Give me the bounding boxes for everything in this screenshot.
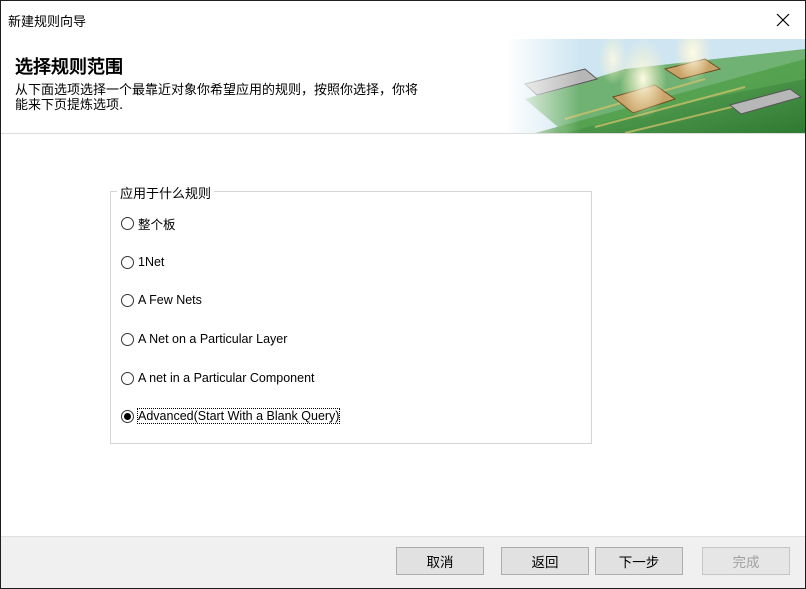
option-label: A Few Nets [138,293,202,307]
option-label: A net in a Particular Component [138,371,315,385]
option-net-in-component[interactable]: A net in a Particular Component [121,368,315,388]
description-line-2: 能来下页提炼选项. [15,98,124,113]
close-icon[interactable] [761,1,805,39]
button-bar: 取消 返回 下一步 完成 [1,536,805,588]
option-whole-board[interactable]: 整个板 [121,213,176,233]
new-rule-wizard-window: 新建规则向导 选择规则范围 从下面选项选择一个最靠近对象你希望应用的规则，按照你… [0,0,806,589]
option-label: 整个板 [138,217,176,232]
description-line-1: 从下面选项选择一个最靠近对象你希望应用的规则，按照你选择，你将 [15,83,419,98]
option-advanced[interactable]: Advanced(Start With a Blank Query) [121,406,341,426]
finish-button[interactable]: 完成 [702,547,790,575]
option-label: 1Net [138,255,165,269]
back-button[interactable]: 返回 [501,547,589,575]
radio-button[interactable] [121,332,134,346]
radio-button-selected[interactable] [121,409,134,423]
title-bar: 新建规则向导 [1,1,805,39]
rule-scope-groupbox: 应用于什么规则 整个板 1Net A Few Nets A Net on a P… [110,183,592,444]
option-a-few-nets[interactable]: A Few Nets [121,290,202,310]
option-net-on-layer[interactable]: A Net on a Particular Layer [121,329,287,349]
page-heading: 选择规则范围 [15,57,123,78]
radio-button[interactable] [121,293,134,307]
next-button[interactable]: 下一步 [595,547,683,575]
option-1net[interactable]: 1Net [121,252,164,272]
window-title: 新建规则向导 [8,15,87,30]
cancel-button[interactable]: 取消 [396,547,484,575]
wizard-header: 选择规则范围 从下面选项选择一个最靠近对象你希望应用的规则，按照你选择，你将 能… [1,39,805,134]
radio-button[interactable] [121,255,134,269]
option-label: Advanced(Start With a Blank Query) [136,408,341,424]
radio-button[interactable] [121,371,134,385]
groupbox-legend: 应用于什么规则 [117,183,215,202]
option-label: A Net on a Particular Layer [138,332,288,346]
radio-button[interactable] [121,216,134,230]
page-description: 从下面选项选择一个最靠近对象你希望应用的规则，按照你选择，你将 能来下页提炼选项… [15,83,505,113]
pcb-chip-illustration [505,39,805,133]
